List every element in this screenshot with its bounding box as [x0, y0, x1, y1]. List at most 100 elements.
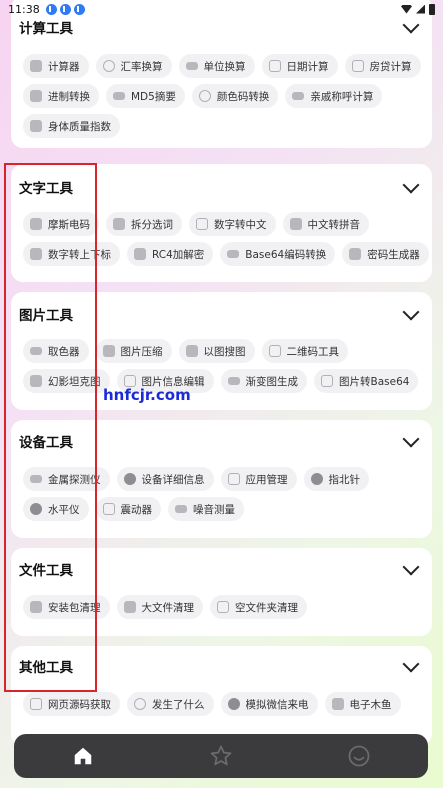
tool-metal-detector[interactable]: 金属探测仪 — [23, 467, 110, 491]
tool-subscript[interactable]: 数字转上下标 — [23, 242, 120, 266]
download-icon — [45, 3, 57, 15]
tool-image-search[interactable]: 以图搜图 — [178, 339, 255, 363]
tool-label: RC4加解密 — [152, 248, 205, 261]
section-header[interactable]: 文件工具 — [19, 556, 422, 582]
chevron-down-icon[interactable] — [400, 303, 422, 325]
tool-label: 图片压缩 — [120, 345, 163, 358]
image-base64-icon — [321, 375, 333, 387]
chevron-down-icon[interactable] — [400, 655, 422, 677]
tool-label: Base64编码转换 — [245, 248, 327, 261]
image-search-icon — [185, 345, 198, 357]
tool-label: 计算器 — [48, 60, 80, 73]
tool-mortgage[interactable]: 房贷计算 — [344, 54, 421, 78]
tool-split-words[interactable]: 拆分选词 — [106, 212, 182, 236]
tool-web-source[interactable]: 网页源码获取 — [23, 692, 120, 716]
number-text-icon — [196, 218, 208, 230]
tool-color-code[interactable]: 颜色码转换 — [191, 84, 279, 108]
tool-what-happened[interactable]: 发生了什么 — [127, 692, 214, 716]
tool-qrcode[interactable]: 二维码工具 — [261, 339, 348, 363]
tool-label: 网页源码获取 — [48, 698, 111, 711]
calculator-icon — [30, 60, 42, 72]
package-icon — [227, 473, 240, 485]
tool-empty-folder-clean[interactable]: 空文件夹清理 — [210, 595, 307, 619]
star-icon — [210, 745, 232, 766]
tool-label: 数字转上下标 — [48, 248, 111, 261]
tool-base64[interactable]: Base64编码转换 — [220, 242, 336, 266]
morse-icon — [30, 218, 42, 230]
tool-pinyin[interactable]: 中文转拼音 — [282, 212, 369, 236]
section-title: 其他工具 — [19, 660, 73, 676]
tool-phantom-tank[interactable]: 幻影坦克图 — [23, 369, 110, 393]
vibrate-icon — [102, 503, 115, 515]
tool-noise-meter[interactable]: 噪音测量 — [168, 497, 244, 521]
wechat-icon — [227, 698, 240, 710]
chevron-down-icon[interactable] — [400, 430, 422, 452]
tool-image-compress[interactable]: 图片压缩 — [95, 339, 172, 363]
tool-label: 取色器 — [48, 345, 80, 358]
tool-apk-clean[interactable]: 安装包清理 — [23, 595, 110, 619]
tool-unit-convert[interactable]: 单位换算 — [178, 54, 255, 78]
tool-exchange-rate[interactable]: 汇率换算 — [95, 54, 172, 78]
tool-label: 噪音测量 — [193, 503, 235, 516]
tool-level[interactable]: 水平仪 — [23, 497, 89, 521]
bottom-nav — [14, 734, 428, 778]
section-calc-tools: 计算工具 计算器 汇率换算 单位换算 日期计算 房贷计算 进制转换 MD5摘要 … — [11, 0, 432, 148]
tool-label: 摩斯电码 — [48, 218, 90, 231]
tool-password[interactable]: 密码生成器 — [342, 242, 429, 266]
tool-large-file-clean[interactable]: 大文件清理 — [116, 595, 203, 619]
section-header[interactable]: 文字工具 — [19, 174, 422, 200]
chevron-down-icon[interactable] — [400, 16, 422, 38]
nav-favorites[interactable] — [191, 734, 251, 778]
web-source-icon — [30, 698, 42, 710]
phantom-tank-icon — [30, 375, 42, 387]
unit-convert-icon — [185, 62, 198, 70]
tool-compass[interactable]: 指北针 — [303, 467, 369, 491]
tool-device-info[interactable]: 设备详细信息 — [116, 467, 214, 491]
chevron-down-icon[interactable] — [400, 558, 422, 580]
battery-icon — [429, 3, 435, 15]
color-picker-icon — [30, 347, 42, 355]
tool-vibrator[interactable]: 震动器 — [95, 497, 161, 521]
tool-label: 二维码工具 — [286, 345, 340, 358]
tool-label: 以图搜图 — [203, 345, 246, 358]
tool-label: 图片转Base64 — [339, 375, 410, 388]
tool-label: 空文件夹清理 — [235, 601, 298, 614]
chevron-down-icon[interactable] — [400, 176, 422, 198]
tool-gradient[interactable]: 渐变图生成 — [220, 369, 307, 393]
tool-calculator[interactable]: 计算器 — [23, 54, 89, 78]
section-header[interactable]: 设备工具 — [19, 428, 422, 454]
tool-label: 单位换算 — [203, 60, 246, 73]
tool-image-base64[interactable]: 图片转Base64 — [314, 369, 419, 393]
tool-rc4[interactable]: RC4加解密 — [127, 242, 214, 266]
section-header[interactable]: 其他工具 — [19, 653, 422, 679]
qrcode-icon — [268, 345, 281, 357]
tool-label: 震动器 — [120, 503, 153, 516]
tool-fake-wechat-call[interactable]: 模拟微信来电 — [220, 692, 318, 716]
tool-number-to-chinese[interactable]: 数字转中文 — [189, 212, 276, 236]
tool-app-manager[interactable]: 应用管理 — [220, 467, 297, 491]
tool-bmi[interactable]: 身体质量指数 — [23, 114, 120, 138]
tool-label: 进制转换 — [48, 90, 90, 103]
exchange-rate-icon — [102, 60, 115, 72]
lock-icon — [349, 248, 362, 260]
tool-label: 数字转中文 — [214, 218, 267, 231]
tool-md5[interactable]: MD5摘要 — [106, 84, 185, 108]
apk-clean-icon — [30, 601, 42, 613]
section-title: 图片工具 — [19, 308, 73, 324]
smile-face-icon — [348, 745, 370, 767]
home-icon — [74, 747, 92, 765]
status-bar: 11:38 — [0, 0, 443, 18]
subscript-icon — [30, 248, 42, 260]
tool-date-calc[interactable]: 日期计算 — [261, 54, 338, 78]
relation-icon — [292, 92, 305, 100]
tool-color-picker[interactable]: 取色器 — [23, 339, 89, 363]
tool-morse[interactable]: 摩斯电码 — [23, 212, 99, 236]
section-title: 设备工具 — [19, 435, 73, 451]
rc4-icon — [134, 248, 146, 260]
nav-profile[interactable] — [329, 734, 389, 778]
tool-wooden-fish[interactable]: 电子木鱼 — [324, 692, 401, 716]
nav-home[interactable] — [53, 734, 113, 778]
section-header[interactable]: 图片工具 — [19, 301, 422, 327]
tool-relation[interactable]: 亲戚称呼计算 — [285, 84, 383, 108]
tool-base-convert[interactable]: 进制转换 — [23, 84, 99, 108]
